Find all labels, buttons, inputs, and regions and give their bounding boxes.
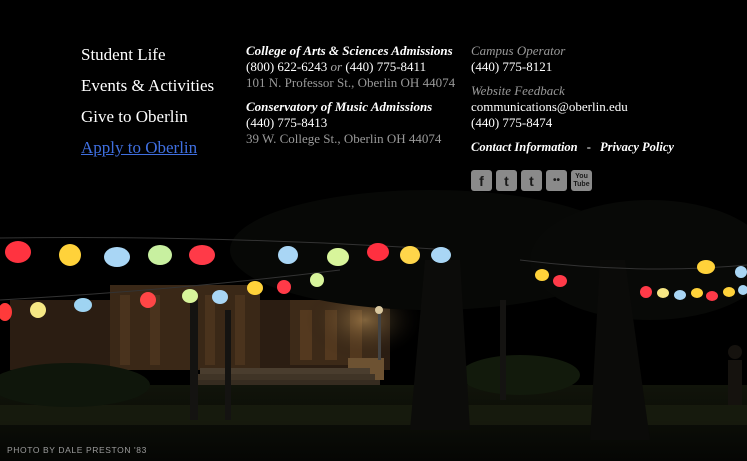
website-feedback-label: Website Feedback <box>471 83 565 98</box>
twitter-icon[interactable]: t <box>496 170 517 191</box>
conservatory-address: 39 W. College St., Oberlin OH 44074 <box>246 131 442 146</box>
conservatory-admissions-heading: Conservatory of Music Admissions <box>246 99 433 114</box>
facebook-icon[interactable]: f <box>471 170 492 191</box>
feedback-email-link[interactable]: communications@oberlin.edu <box>471 99 674 115</box>
conservatory-phone: (440) 775-8413 <box>246 115 328 130</box>
contact-column: Campus Operator (440) 775-8121 Website F… <box>471 43 674 155</box>
nav-give-to-oberlin-link[interactable]: Give to Oberlin <box>81 106 214 137</box>
or-text: or <box>330 59 343 74</box>
footer-links: Contact Information - Privacy Policy <box>471 139 674 155</box>
footer-nav: Student Life Events & Activities Give to… <box>81 44 214 168</box>
arts-admissions-phones: (800) 622-6243 or (440) 775-8411 <box>246 59 455 75</box>
tumblr-icon[interactable]: t <box>521 170 542 191</box>
photo-credit: PHOTO BY DALE PRESTON '83 <box>7 445 147 455</box>
feedback-phone: (440) 775-8474 <box>471 115 553 130</box>
link-separator: - <box>586 140 591 154</box>
nav-events-activities-link[interactable]: Events & Activities <box>81 75 214 106</box>
youtube-icon[interactable]: You Tube <box>571 170 592 191</box>
campus-operator-phone: (440) 775-8121 <box>471 59 553 74</box>
social-icons: f t t •• You Tube <box>471 170 592 191</box>
arts-admissions-heading: College of Arts & Sciences Admissions <box>246 43 453 58</box>
nav-apply-to-oberlin-link[interactable]: Apply to Oberlin <box>81 137 214 168</box>
admissions-column: College of Arts & Sciences Admissions (8… <box>246 43 455 147</box>
campus-operator-label: Campus Operator <box>471 43 566 58</box>
contact-information-link[interactable]: Contact Information <box>471 140 578 154</box>
flickr-icon[interactable]: •• <box>546 170 567 191</box>
arts-address: 101 N. Professor St., Oberlin OH 44074 <box>246 75 456 90</box>
arts-phone-1: (800) 622-6243 <box>246 59 328 74</box>
privacy-policy-link[interactable]: Privacy Policy <box>600 140 674 154</box>
nav-student-life-link[interactable]: Student Life <box>81 44 214 75</box>
arts-phone-2: (440) 775-8411 <box>345 59 427 74</box>
